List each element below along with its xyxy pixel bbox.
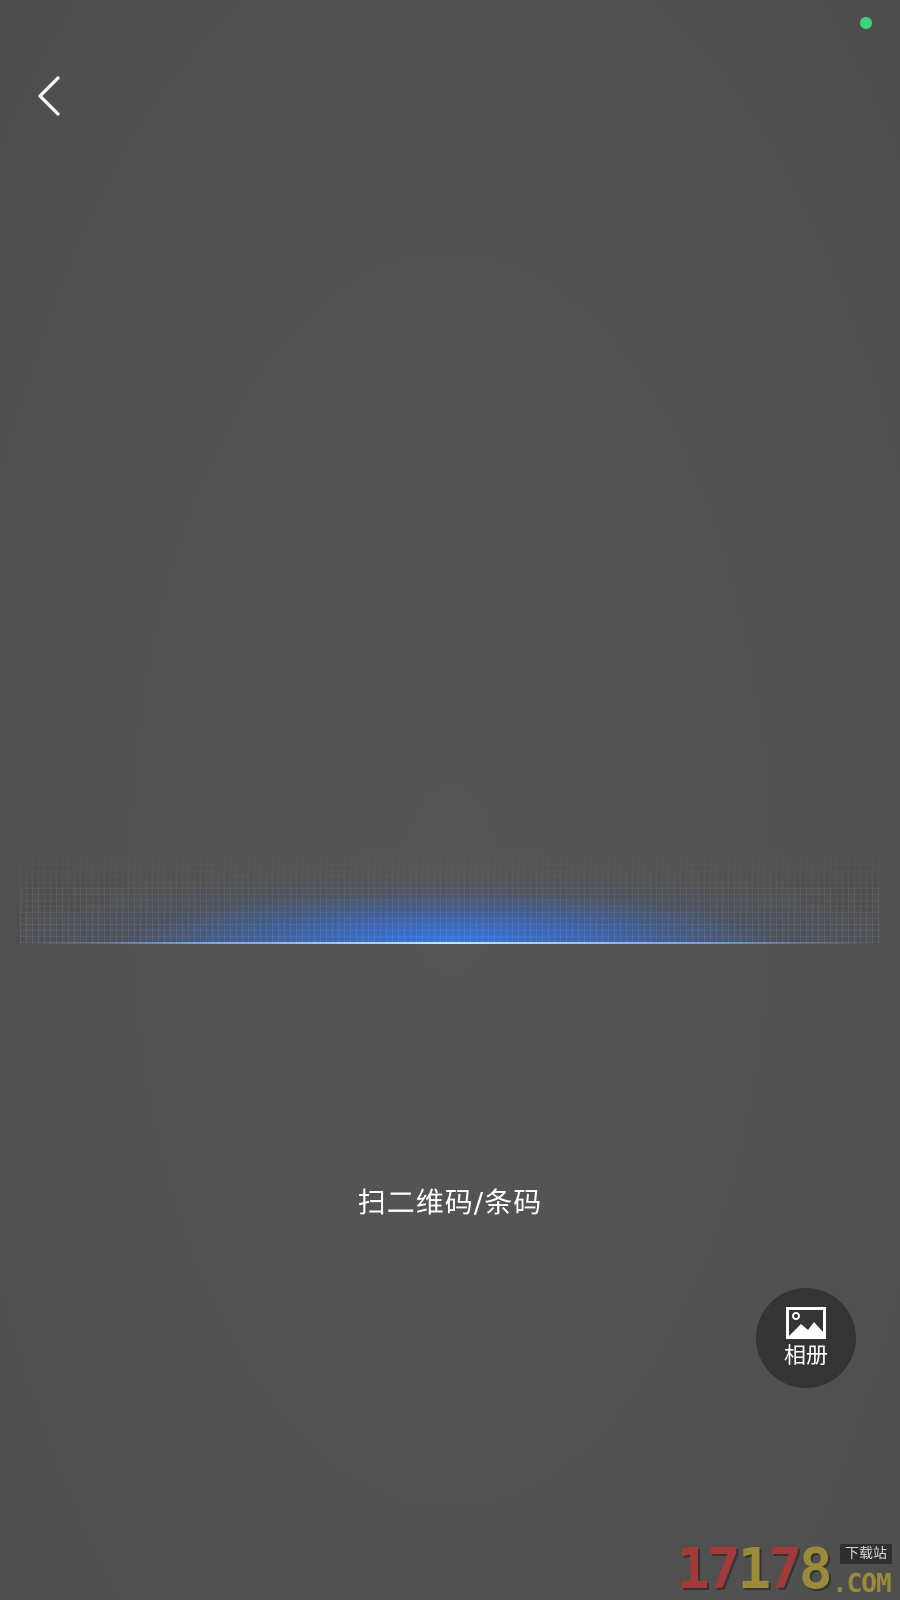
- album-button[interactable]: 相册: [756, 1288, 856, 1388]
- back-button[interactable]: [24, 66, 76, 126]
- watermark-digits: 17178: [676, 1537, 833, 1600]
- album-label: 相册: [783, 1344, 828, 1369]
- watermark-domain: .COM: [832, 1569, 892, 1599]
- chevron-left-icon: [38, 76, 60, 116]
- scan-screen: 扫二维码/条码 相册 17178 下载站 .COM: [0, 0, 900, 1600]
- scan-animation: [20, 840, 880, 945]
- green-dot-indicator-icon: [860, 17, 872, 29]
- watermark-tag: 下载站: [840, 1544, 892, 1564]
- site-watermark-logo: 17178 下载站 .COM: [676, 1536, 900, 1600]
- scan-grid: [20, 840, 880, 943]
- scan-line: [30, 942, 870, 944]
- image-icon: [786, 1307, 826, 1339]
- scan-hint-text: 扫二维码/条码: [357, 1186, 543, 1219]
